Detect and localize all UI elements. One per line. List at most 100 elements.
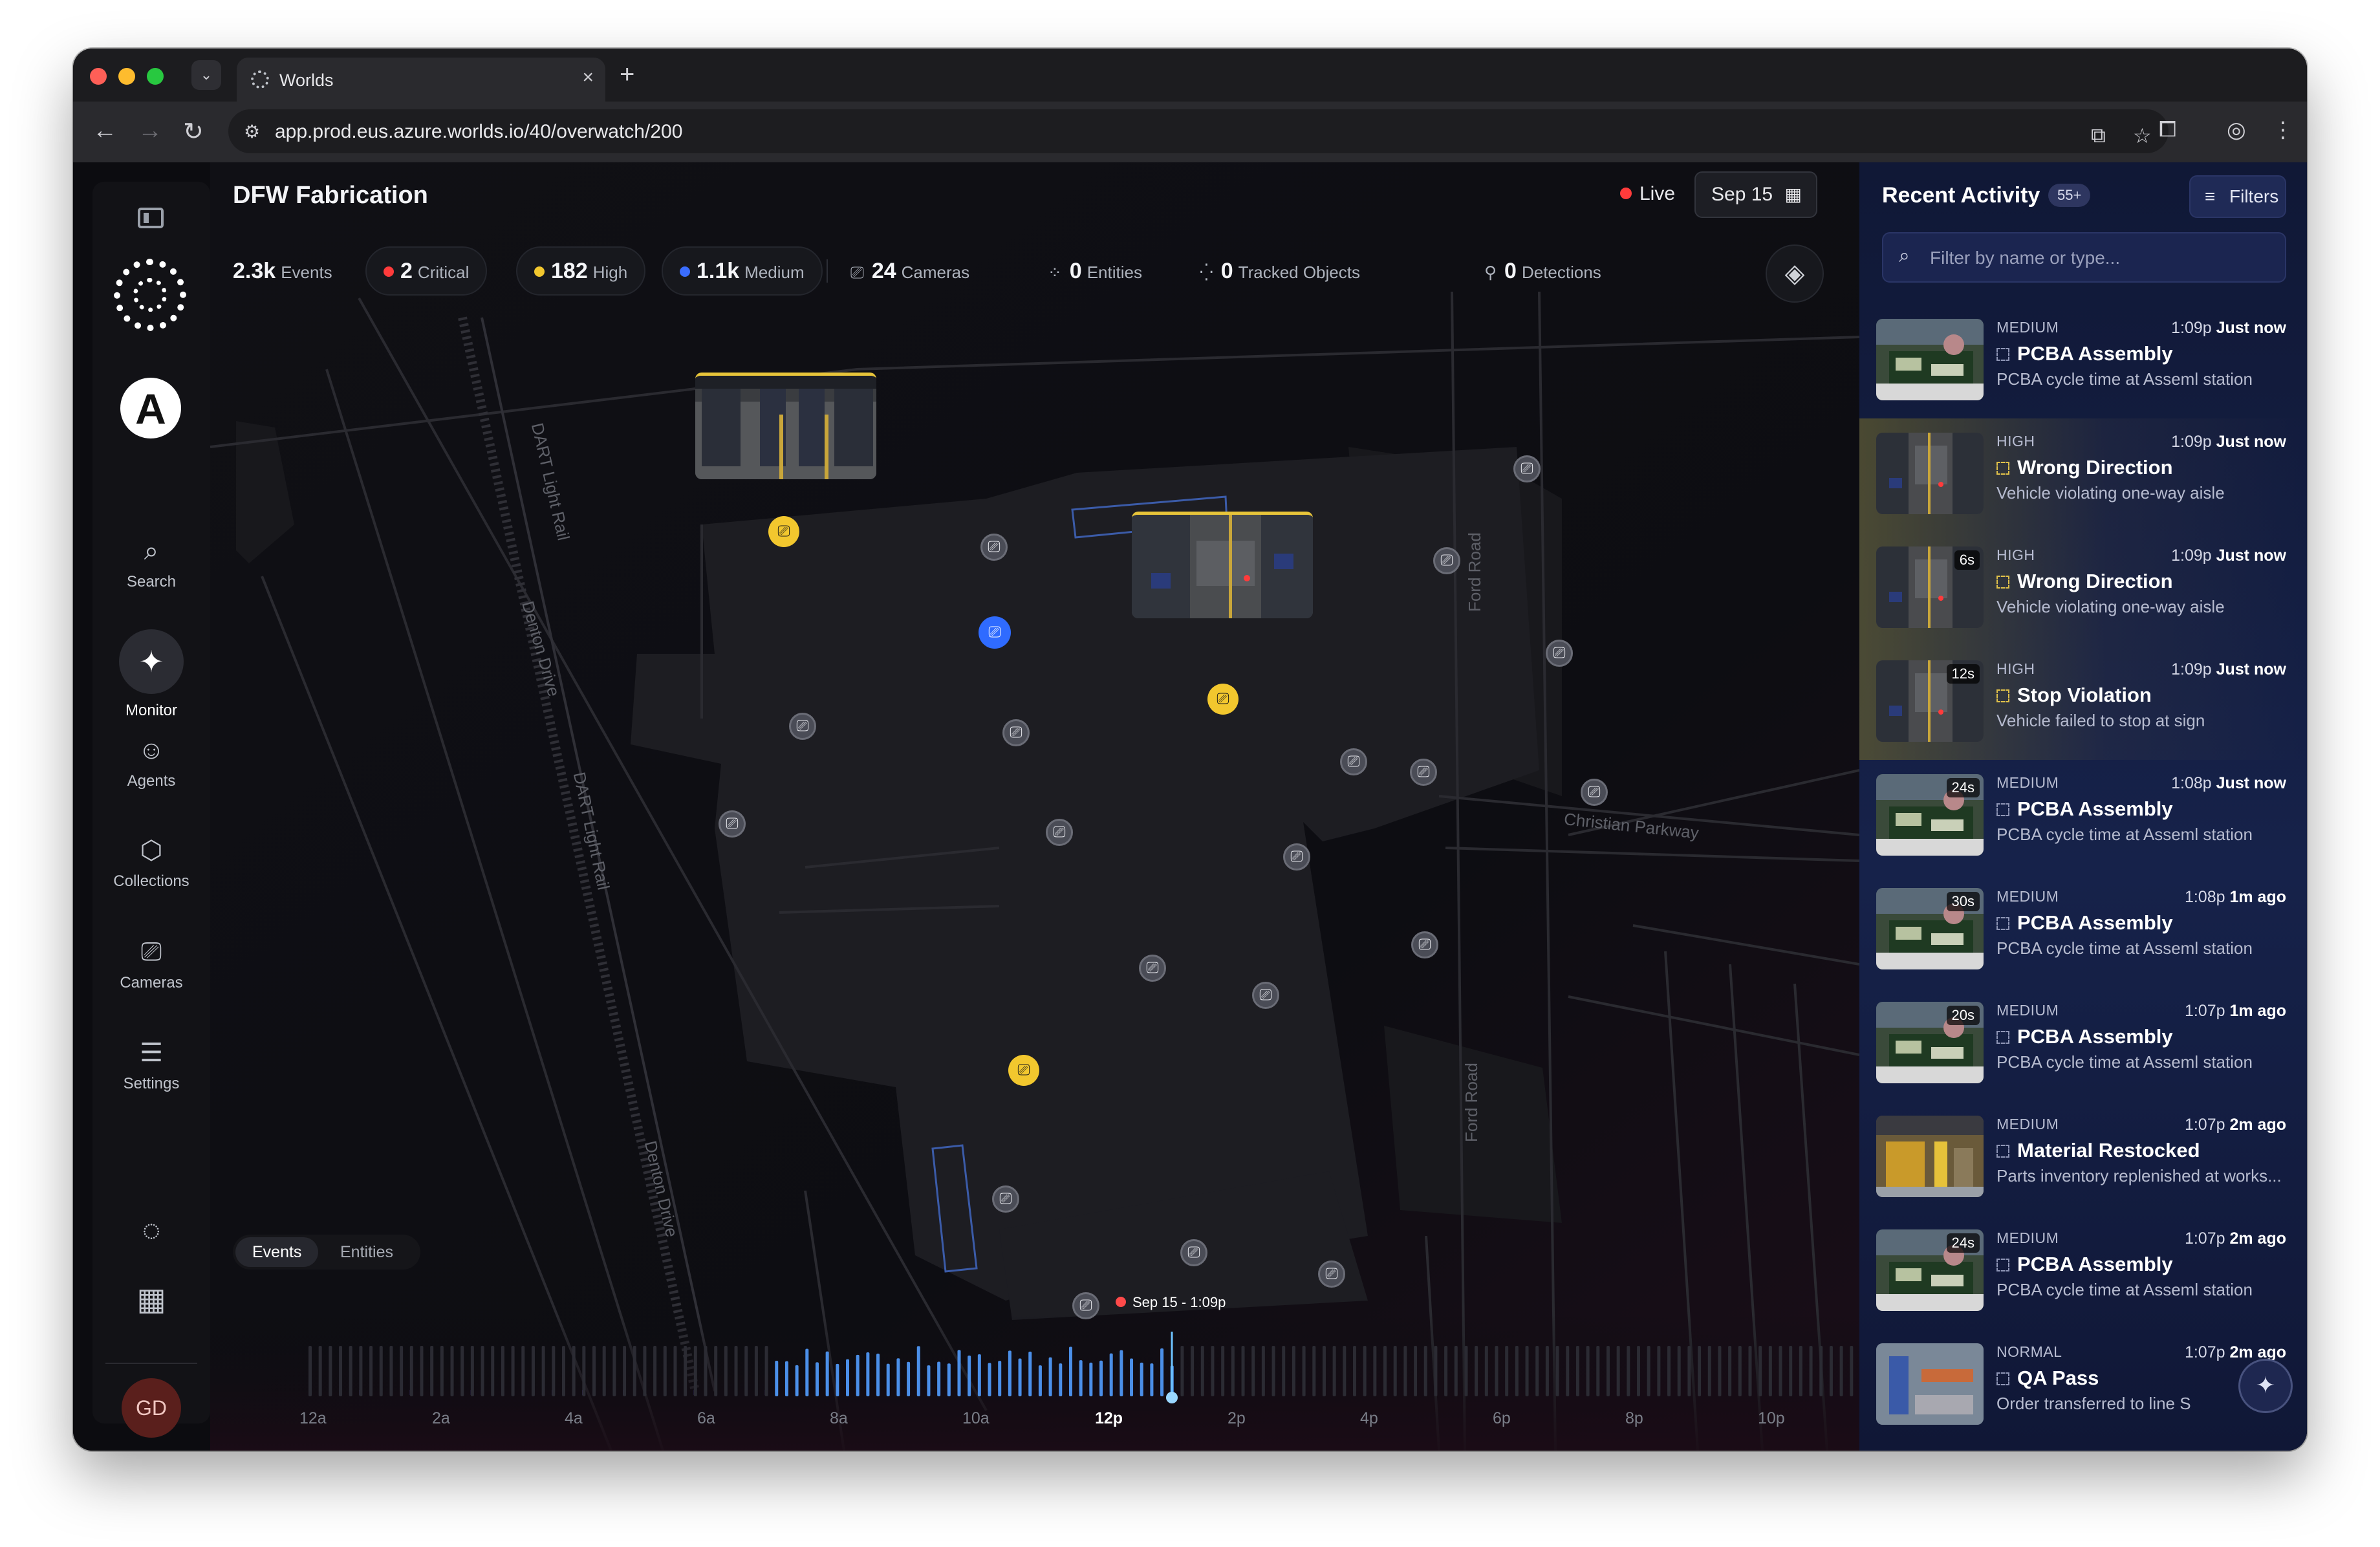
activity-thumbnail[interactable]: 24s	[1876, 774, 1984, 856]
camera-marker[interactable]: ⎚	[1411, 931, 1438, 958]
sidebar-collapse-icon[interactable]	[138, 208, 164, 228]
timeline-cursor-handle[interactable]	[1166, 1392, 1178, 1403]
date-picker-button[interactable]: Sep 15 ▦	[1694, 171, 1817, 218]
camera-marker[interactable]: ⎚	[1581, 779, 1608, 806]
activity-thumbnail[interactable]: 12s	[1876, 660, 1984, 742]
url-text[interactable]: app.prod.eus.azure.worlds.io/40/overwatc…	[275, 121, 682, 143]
filters-button[interactable]: ≡ Filters	[2189, 175, 2286, 218]
org-logo-icon[interactable]: A	[120, 378, 181, 438]
camera-marker[interactable]: ⎚	[1072, 1292, 1099, 1319]
camera-marker[interactable]: ⎚	[992, 1185, 1019, 1213]
layers-icon[interactable]: ◈	[1766, 244, 1824, 303]
stat-critical[interactable]: 2 Critical	[365, 246, 488, 296]
install-app-icon[interactable]: ⧉	[2091, 124, 2106, 148]
activity-item[interactable]: MEDIUM 1:09p Just now PCBA Assembly PCBA cy…	[1859, 305, 2307, 418]
camera-marker[interactable]: ⎚	[1252, 982, 1279, 1009]
profile-icon[interactable]: ◎	[2227, 117, 2246, 143]
reload-icon[interactable]: ↻	[183, 117, 204, 146]
camera-marker[interactable]: ⎚	[719, 810, 746, 838]
stat-cameras[interactable]: ⎚ 24 Cameras	[850, 246, 969, 296]
camera-marker[interactable]: ⎚	[1180, 1239, 1207, 1266]
extensions-puzzle-icon[interactable]: ⧠	[2159, 117, 2176, 142]
high-alert-camera-marker[interactable]: ⎚	[1008, 1055, 1039, 1086]
sidebar-item-search[interactable]: ⌕ Search	[92, 536, 210, 591]
sidebar-item-monitor[interactable]: ✦ Monitor	[92, 629, 210, 720]
bookmark-star-icon[interactable]: ☆	[2133, 124, 2152, 148]
camera-marker[interactable]: ⎚	[1433, 547, 1460, 574]
back-arrow-icon[interactable]: ←	[92, 117, 117, 145]
toggle-events[interactable]: Events	[235, 1237, 319, 1267]
forward-arrow-icon[interactable]: →	[138, 117, 162, 145]
camera-marker[interactable]: ⎚	[980, 534, 1008, 561]
camera-preview-thumbnail[interactable]	[695, 373, 876, 479]
activity-item[interactable]: 24s MEDIUM 1:08p Just now PCBA Assembly PCBA…	[1859, 760, 2307, 874]
timeline-bar	[1647, 1346, 1650, 1396]
activity-item[interactable]: HIGH 1:09p Just now Wrong Direction Vehicle…	[1859, 418, 2307, 532]
site-settings-icon[interactable]: ⚙	[244, 121, 260, 142]
maximize-window-button[interactable]	[147, 68, 164, 85]
activity-time: 1:09p Just now	[2171, 660, 2286, 678]
camera-marker[interactable]: ⎚	[1513, 455, 1541, 482]
address-bar[interactable]: ⚙ app.prod.eus.azure.worlds.io/40/overwa…	[228, 109, 2169, 153]
activity-item[interactable]: MEDIUM 1:07p 2m ago Material Restocked Part…	[1859, 1101, 2307, 1215]
map-canvas[interactable]	[210, 162, 1859, 1451]
filter-input[interactable]	[1929, 243, 2267, 274]
timeline-bar	[1343, 1346, 1347, 1396]
activity-thumbnail[interactable]: 6s	[1876, 546, 1984, 628]
site-map[interactable]: DFW Fabrication Live Sep 15 ▦ 2.3k Events…	[210, 162, 1859, 1451]
toggle-entities[interactable]: Entities	[323, 1237, 410, 1267]
activity-item[interactable]: 30s MEDIUM 1:08p 1m ago PCBA Assembly PCBA c…	[1859, 874, 2307, 988]
activity-item[interactable]: 12s HIGH 1:09p Just now Stop Violation Vehic…	[1859, 646, 2307, 760]
activity-item[interactable]: 20s MEDIUM 1:07p 1m ago PCBA Assembly PCBA c…	[1859, 988, 2307, 1101]
stat-entities[interactable]: ⁘ 0 Entities	[1048, 246, 1142, 296]
high-alert-camera-marker[interactable]: ⎚	[1207, 684, 1239, 715]
minimize-window-button[interactable]	[118, 68, 135, 85]
loading-spinner-icon[interactable]: ◌	[92, 1213, 210, 1248]
activity-item[interactable]: 6s HIGH 1:09p Just now Wrong Direction Vehic…	[1859, 532, 2307, 646]
camera-marker[interactable]: ⎚	[1340, 748, 1367, 775]
sidebar-item-settings[interactable]: ☰ Settings	[92, 1037, 210, 1093]
sidebar-item-collections[interactable]: ⬡ Collections	[92, 835, 210, 891]
tab-close-icon[interactable]: ×	[582, 67, 594, 89]
stat-high[interactable]: 182 High	[516, 246, 646, 296]
camera-marker[interactable]: ⎚	[1546, 640, 1573, 667]
sidebar-item-agents[interactable]: ☺ Agents	[92, 735, 210, 790]
timeline-bar	[1191, 1346, 1195, 1396]
selected-camera-marker[interactable]: ⎚	[979, 616, 1011, 649]
camera-marker[interactable]: ⎚	[789, 713, 816, 740]
camera-marker[interactable]: ⎚	[1410, 759, 1437, 786]
activity-thumbnail[interactable]	[1876, 319, 1984, 400]
avatar[interactable]: GD	[122, 1378, 181, 1438]
stat-detections[interactable]: ⚲ 0 Detections	[1484, 246, 1601, 296]
tab-search-chevron-down-icon[interactable]: ⌄	[191, 60, 221, 90]
close-window-button[interactable]	[90, 68, 107, 85]
high-alert-camera-marker[interactable]: ⎚	[768, 516, 799, 547]
filter-search-box[interactable]: ⌕	[1882, 232, 2286, 283]
ai-assistant-sparkle-icon[interactable]: ✦	[2238, 1359, 2293, 1413]
stat-medium[interactable]: 1.1k Medium	[662, 246, 823, 296]
stat-events[interactable]: 2.3k Events	[233, 246, 332, 296]
new-tab-plus-icon[interactable]: +	[620, 60, 634, 89]
activity-thumbnail[interactable]	[1876, 433, 1984, 514]
activity-thumbnail[interactable]	[1876, 1343, 1984, 1425]
browser-tab[interactable]: Worlds ×	[237, 58, 605, 102]
browser-menu-icon[interactable]: ⋮	[2272, 117, 2294, 143]
building-icon[interactable]: ▦	[92, 1281, 210, 1317]
camera-marker[interactable]: ⎚	[1002, 719, 1030, 746]
timeline-bar	[359, 1346, 363, 1396]
activity-thumbnail[interactable]: 24s	[1876, 1229, 1984, 1311]
camera-marker[interactable]: ⎚	[1139, 955, 1166, 982]
timeline-bar	[998, 1361, 1002, 1396]
camera-marker[interactable]: ⎚	[1318, 1260, 1345, 1288]
stat-tracked-objects[interactable]: ⁛ 0 Tracked Objects	[1200, 246, 1360, 296]
activity-thumbnail[interactable]	[1876, 1116, 1984, 1197]
camera-preview-thumbnail[interactable]	[1132, 512, 1313, 618]
camera-marker[interactable]: ⎚	[1046, 819, 1073, 846]
activity-thumbnail[interactable]: 20s	[1876, 1002, 1984, 1083]
activity-item[interactable]: 24s MEDIUM 1:07p 2m ago PCBA Assembly PCBA c…	[1859, 1215, 2307, 1329]
camera-marker[interactable]: ⎚	[1283, 843, 1310, 871]
sidebar-item-cameras[interactable]: ⎚ Cameras	[92, 936, 210, 992]
activity-thumbnail[interactable]: 30s	[1876, 888, 1984, 969]
timeline-bar	[1423, 1346, 1427, 1396]
live-indicator[interactable]: Live	[1620, 183, 1675, 205]
